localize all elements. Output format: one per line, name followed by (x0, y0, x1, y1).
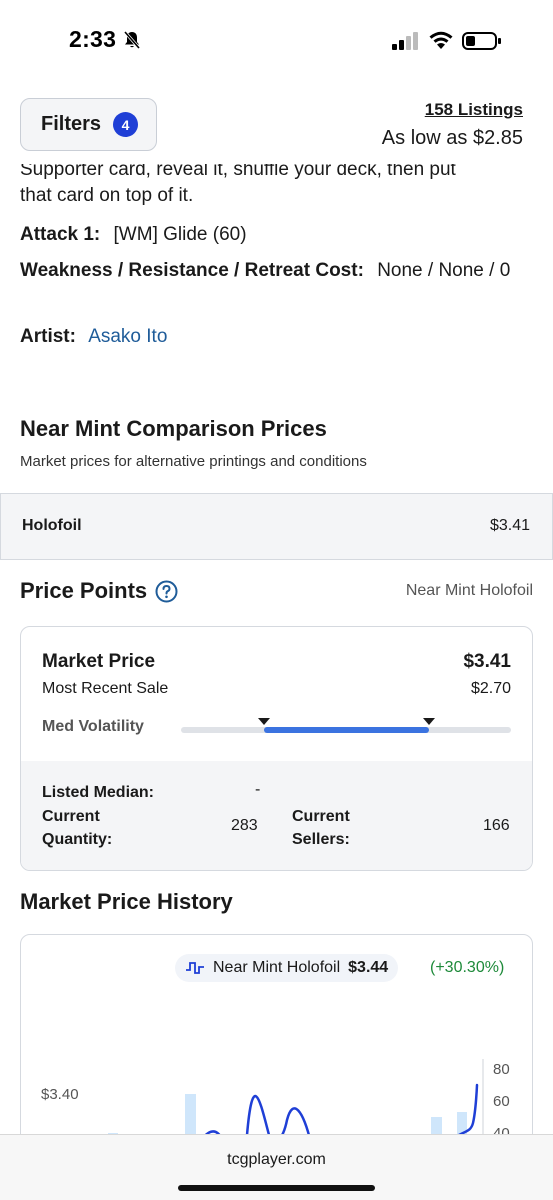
attack-value: [WM] Glide (60) (113, 224, 247, 245)
wifi-icon (429, 31, 453, 49)
volatility-marker-low (257, 718, 270, 725)
help-icon[interactable] (155, 580, 178, 603)
current-quantity-label-line1: Current (42, 808, 100, 825)
legend-price: $3.44 (348, 959, 389, 976)
right-axis-tick: 80 (493, 1061, 510, 1078)
market-price-history-title: Market Price History (20, 889, 233, 914)
listed-median-value: - (255, 781, 261, 798)
left-axis-tick: $3.40 (41, 1086, 79, 1103)
legend-change: (+30.30%) (430, 959, 505, 976)
listed-median-label: Listed Median: (42, 784, 155, 801)
cellular-signal-icon (392, 32, 418, 50)
comparison-row-label: Holofoil (22, 517, 82, 534)
home-indicator (178, 1185, 375, 1191)
volatility-meter (181, 718, 511, 733)
listing-header: Filters 4 158 Listings As low as $2.85 (0, 80, 553, 164)
current-quantity-value: 283 (231, 817, 258, 834)
listings-link[interactable]: 158 Listings (425, 100, 523, 120)
recent-sale-value: $2.70 (470, 680, 511, 697)
filters-count-badge: 4 (113, 112, 139, 137)
right-axis-tick: 60 (493, 1093, 510, 1110)
attack-label: Attack 1: (20, 224, 101, 245)
price-points-title: Price Points (20, 578, 148, 603)
price-points-condition: Near Mint Holofoil (405, 582, 533, 599)
card-text: that card on top of it. (20, 185, 194, 206)
filters-label: Filters (41, 113, 102, 135)
current-sellers-value: 166 (483, 817, 510, 834)
recent-sale-label: Most Recent Sale (42, 680, 169, 697)
browser-url-bar[interactable]: tcgplayer.com (0, 1134, 553, 1200)
volatility-range (263, 727, 429, 733)
artist-row: Artist: Asako Ito (20, 322, 167, 352)
url-text: tcgplayer.com (227, 1151, 326, 1168)
artist-label: Artist: (20, 326, 76, 347)
market-price-label: Market Price (42, 651, 156, 672)
market-price-value: $3.41 (463, 651, 511, 672)
comparison-row[interactable]: Holofoil $3.41 (0, 493, 553, 560)
current-sellers-label-line1: Current (292, 808, 350, 825)
weakness-value: None / None / 0 (377, 260, 511, 281)
legend-label: Near Mint Holofoil (213, 959, 341, 976)
lowest-price-text: As low as $2.85 (381, 127, 523, 149)
volatility-marker-high (422, 718, 435, 725)
price-points-card: Market Price $3.41 Most Recent Sale $2.7… (20, 626, 533, 871)
comparison-row-price: $3.41 (489, 517, 530, 534)
status-time: 2:33 (69, 26, 117, 52)
artist-link[interactable]: Asako Ito (88, 326, 167, 347)
weakness-row: Weakness / Resistance / Retreat Cost: No… (20, 256, 535, 286)
current-quantity-label-line2: Quantity: (42, 831, 113, 848)
attack-row: Attack 1: [WM] Glide (60) (20, 220, 247, 250)
comparison-prices-title: Near Mint Comparison Prices (20, 416, 327, 441)
battery-icon (462, 32, 501, 50)
bell-off-icon (123, 31, 141, 49)
status-bar: 2:33 (0, 0, 553, 80)
current-sellers-label-line2: Sellers: (292, 831, 350, 848)
weakness-label: Weakness / Resistance / Retreat Cost: (20, 260, 364, 281)
price-stats: Listed Median: - Current Quantity: 283 C… (21, 761, 532, 870)
volatility-label: Med Volatility (42, 718, 144, 735)
chart-legend[interactable]: Near Mint Holofoil $3.44 (175, 954, 399, 982)
filters-button[interactable]: Filters 4 (20, 98, 157, 151)
step-line-icon (186, 962, 204, 974)
comparison-prices-subtitle: Market prices for alternative printings … (20, 453, 367, 470)
